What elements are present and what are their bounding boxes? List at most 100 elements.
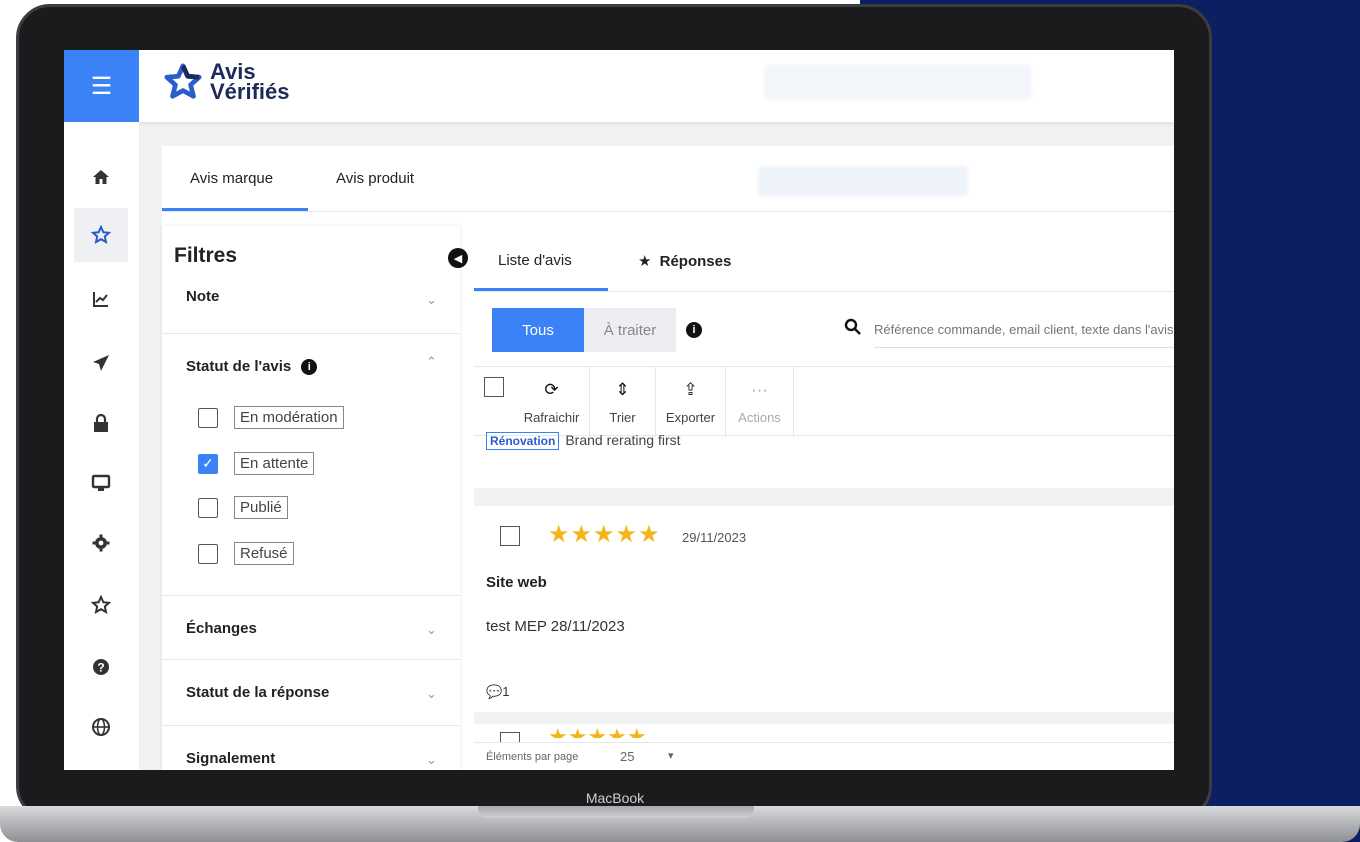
review-card: ★★★★★ 29/11/2023 Site web test MEP 28/11…: [474, 506, 1174, 712]
logo-star-icon: [164, 63, 202, 99]
review-checkbox[interactable]: [500, 526, 520, 546]
comments-count: 1: [502, 684, 510, 699]
tab-avis-marque[interactable]: Avis marque: [190, 170, 273, 187]
refresh-button[interactable]: ⟳ Rafraichir: [514, 367, 590, 437]
rating-stars: ★★★★★: [548, 724, 647, 738]
star-outline-icon[interactable]: [74, 578, 128, 632]
info-icon[interactable]: i: [301, 359, 318, 376]
status-option-refuse[interactable]: Refusé: [198, 542, 294, 565]
secondary-search-blurred[interactable]: [758, 166, 968, 196]
rating-stars: ★★★★★: [548, 521, 661, 548]
sort-button[interactable]: ⇕ Trier: [590, 367, 656, 437]
checkbox[interactable]: [198, 543, 218, 564]
status-chip: Publié: [234, 496, 288, 519]
monitor-icon[interactable]: [74, 456, 128, 510]
export-icon: ⇪: [683, 379, 698, 399]
reviews-toolbar: ⟳ Rafraichir ⇕ Trier ⇪ Exporter ··· Acti…: [474, 366, 1174, 437]
review-tag: Rénovation: [486, 432, 560, 450]
filter-todo-button[interactable]: À traiter: [584, 308, 676, 352]
items-per-page-value[interactable]: 25: [620, 749, 634, 764]
chevron-down-icon: ⌄: [426, 292, 437, 307]
status-option-attente[interactable]: ✓ En attente: [198, 452, 315, 475]
sort-label: Trier: [609, 409, 636, 425]
tab-divider: [474, 291, 1174, 292]
review-date: 29/11/2023: [682, 530, 747, 545]
filter-echanges-label: Échanges: [186, 620, 257, 637]
filter-note-label: Note: [186, 288, 220, 305]
logo-line-2: Vérifiés: [210, 79, 290, 104]
items-per-page-label: Éléments par page: [486, 751, 579, 763]
app-logo[interactable]: Avis Vérifiés: [164, 61, 290, 104]
checkbox[interactable]: [198, 497, 218, 518]
logo-text: Avis Vérifiés: [210, 61, 290, 104]
sort-icon: ⇕: [615, 379, 630, 399]
refresh-icon: ⟳: [544, 379, 559, 399]
star-icon[interactable]: [74, 208, 128, 262]
send-icon[interactable]: [74, 336, 128, 390]
status-chip: En modération: [234, 406, 344, 429]
chevron-down-icon: ⌄: [426, 686, 437, 701]
search-icon: [844, 318, 861, 335]
app-screen: ☰ Avis Vérifiés ? Avis marque Avis produ…: [64, 50, 1174, 770]
status-chip: Refusé: [234, 542, 294, 565]
collapse-filters-icon[interactable]: ◀: [448, 248, 468, 268]
pagination-bar: Éléments par page 25 ▾: [474, 742, 1174, 770]
chevron-up-icon[interactable]: ⌃: [426, 354, 437, 370]
top-bar: ☰ Avis Vérifiés: [64, 50, 1174, 122]
filter-signalement-section[interactable]: Signalement ⌄: [162, 726, 460, 770]
lock-icon[interactable]: [74, 396, 128, 450]
caret-down-icon[interactable]: ▾: [668, 749, 674, 762]
checkbox-checked[interactable]: ✓: [198, 453, 218, 474]
chevron-down-icon: ⌄: [426, 752, 437, 767]
help-icon[interactable]: ?: [74, 640, 128, 694]
star-icon: ★: [638, 253, 652, 270]
filter-echanges-section[interactable]: Échanges ⌄: [162, 596, 460, 660]
svg-text:?: ?: [97, 661, 104, 675]
laptop-base-notch: [478, 806, 754, 818]
info-icon[interactable]: i: [686, 322, 702, 338]
gear-icon[interactable]: [74, 516, 128, 570]
more-icon: ···: [751, 379, 768, 399]
select-all-checkbox[interactable]: [484, 377, 504, 397]
filter-all-button[interactable]: Tous: [492, 308, 584, 352]
filter-statut-reponse-label: Statut de la réponse: [186, 684, 330, 701]
global-search-blurred[interactable]: [764, 64, 1032, 100]
actions-button[interactable]: ··· Actions: [726, 367, 794, 437]
checkbox[interactable]: [198, 407, 218, 428]
device-label: MacBook: [585, 790, 645, 806]
filter-statut-reponse-section[interactable]: Statut de la réponse ⌄: [162, 660, 460, 726]
actions-label: Actions: [738, 409, 781, 425]
review-peek-text: Brand rerating first: [565, 432, 681, 448]
reviews-panel: Liste d'avis ★ Réponses Tous À traiter i…: [474, 226, 1174, 770]
filter-statut-avis-text: Statut de l'avis: [186, 358, 292, 375]
previous-review-peek: Rénovation Brand rerating first: [486, 432, 681, 450]
refresh-label: Rafraichir: [523, 409, 580, 425]
reviews-header: Liste d'avis ★ Réponses Tous À traiter i…: [474, 226, 1174, 488]
globe-icon[interactable]: [74, 700, 128, 754]
status-option-moderation[interactable]: En modération: [198, 406, 344, 429]
filter-note-section[interactable]: Note ⌄: [162, 282, 460, 334]
chevron-down-icon: ⌄: [426, 622, 437, 637]
filter-signalement-label: Signalement: [186, 750, 276, 767]
review-comments[interactable]: 💬1: [486, 684, 509, 700]
home-icon[interactable]: [74, 150, 128, 204]
review-type-tabs: Avis marque Avis produit: [162, 146, 1174, 212]
filter-statut-avis-label[interactable]: Statut de l'avis i: [186, 358, 318, 376]
hamburger-icon[interactable]: ☰: [64, 50, 139, 122]
tab-reponses[interactable]: ★ Réponses: [638, 252, 731, 270]
tab-avis-produit[interactable]: Avis produit: [336, 170, 414, 187]
comments-icon: 💬: [486, 684, 503, 699]
search-input[interactable]: [874, 312, 1174, 348]
chart-icon[interactable]: [74, 272, 128, 326]
left-navigation: ?: [64, 122, 139, 770]
filters-panel: Filtres ◀ Note ⌄ Statut de l'avis i ⌃ En …: [162, 226, 468, 770]
export-button[interactable]: ⇪ Exporter: [656, 367, 726, 437]
review-title: Site web: [486, 574, 547, 591]
filters-title: Filtres: [174, 244, 238, 267]
tab-liste-avis[interactable]: Liste d'avis: [498, 252, 572, 269]
filter-statut-avis-section: Statut de l'avis i ⌃ En modération ✓ En a…: [162, 334, 460, 596]
export-label: Exporter: [665, 409, 716, 425]
status-chip: En attente: [234, 452, 315, 475]
review-text: test MEP 28/11/2023: [486, 618, 625, 635]
status-option-publie[interactable]: Publié: [198, 496, 288, 519]
